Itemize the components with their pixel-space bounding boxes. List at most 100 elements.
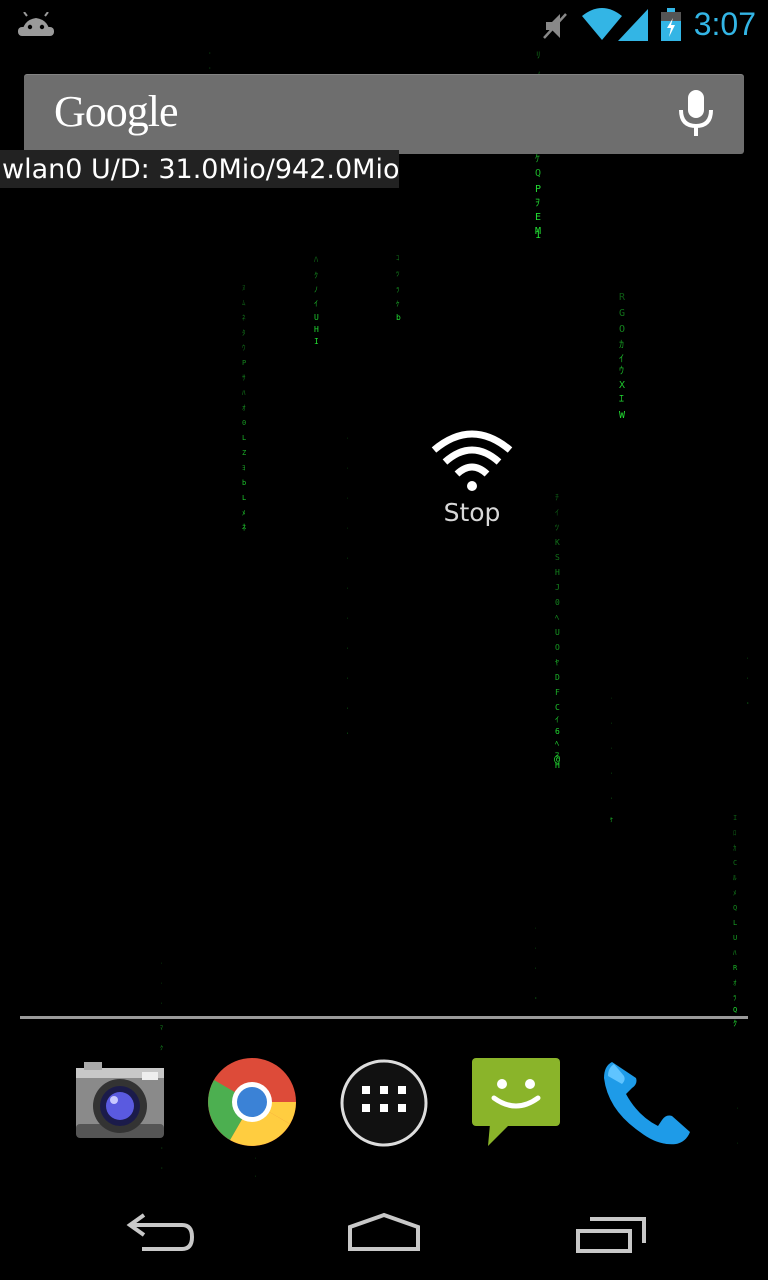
mic-icon[interactable] [678,90,714,138]
svg-text:ｲ: ｲ [314,299,318,308]
svg-text:·: · [746,700,750,707]
svg-text:·: · [346,731,349,737]
clock: 3:07 [693,6,756,42]
svg-text:ｹ: ｹ [535,153,540,165]
google-search-bar[interactable]: Google [24,74,744,154]
svg-text:·: · [346,676,349,682]
svg-text:ｳ: ｳ [619,365,624,377]
wifi-icon [582,8,622,40]
network-usage-text: wlan0 U/D: 31.0Mio/942.0Mio [2,154,400,185]
svg-text:ﾏ: ﾏ [160,1025,163,1032]
back-button[interactable] [124,1205,196,1265]
recents-button[interactable] [574,1205,648,1265]
svg-text:·: · [160,981,163,987]
svg-text:ﾂ: ﾂ [396,270,400,278]
svg-text:·: · [534,926,537,932]
dock-app-messaging[interactable] [470,1054,566,1154]
wifi-toggle-widget[interactable]: Stop [412,428,532,558]
network-usage-overlay: wlan0 U/D: 31.0Mio/942.0Mio [0,150,400,188]
svg-text:ﾇ: ﾇ [242,284,246,292]
svg-text:·: · [534,966,537,972]
svg-text:W: W [619,410,626,421]
svg-text:H: H [314,325,319,334]
svg-text:ﾉ: ﾉ [314,285,318,294]
svg-text:·: · [346,436,349,442]
svg-text:ｺ: ｺ [396,254,400,262]
svg-text:ｲ: ｲ [555,508,559,517]
svg-text:1: 1 [535,230,541,241]
app-drawer-icon [340,1059,428,1147]
svg-text:ﾁ: ﾁ [555,493,559,502]
svg-text:P: P [535,184,541,195]
dock-app-phone[interactable] [600,1054,696,1154]
messaging-icon [472,1058,560,1146]
svg-text:R: R [619,292,626,303]
svg-text:ﾈ: ﾈ [242,314,246,322]
svg-text:ｵ: ｵ [242,404,246,412]
back-icon [126,1213,195,1251]
svg-text:Q: Q [733,1006,737,1014]
home-button[interactable] [346,1205,422,1265]
android-debug-icon [18,12,54,36]
svg-text:ｳ: ｳ [242,344,246,352]
svg-text:b: b [396,313,401,322]
svg-text:U: U [314,313,319,322]
svg-text:ｻ: ｻ [242,374,246,382]
svg-text:S: S [555,553,560,562]
svg-text:ﾊ: ﾊ [314,255,318,264]
svg-text:H: H [555,568,560,577]
svg-text:ﾏ: ﾏ [555,751,559,760]
svg-text:U: U [733,934,737,942]
svg-text:F: F [555,688,560,697]
svg-text:ﾑ: ﾑ [242,299,246,307]
svg-text:M: M [535,226,541,237]
svg-text:ｸ: ｸ [160,1045,163,1052]
svg-text:·: · [736,1106,739,1112]
svg-text:·: · [160,1165,164,1172]
svg-text:ｸ: ｸ [314,271,318,280]
svg-text:·: · [208,50,212,57]
status-bar[interactable]: 3:07 [0,0,768,50]
svg-text:L: L [733,919,737,927]
svg-text:·: · [208,65,212,72]
svg-text:·: · [346,496,349,502]
svg-text:ﾂ: ﾂ [555,523,559,532]
svg-text:O: O [619,324,625,335]
svg-text:@: @ [554,754,560,765]
mute-icon [543,13,567,39]
svg-text:K: K [555,538,560,547]
camera-icon [76,1062,164,1138]
phone-icon [604,1062,690,1145]
svg-text:G: G [619,308,625,319]
signal-icon [618,9,648,41]
widget-label: Stop [443,498,501,527]
wifi-icon [431,430,513,491]
dock-app-camera[interactable] [72,1054,168,1154]
svg-text:L: L [242,494,246,502]
svg-text:ｶ: ｶ [619,339,624,351]
svg-text:·: · [160,1001,163,1007]
svg-text:ｹ: ｹ [610,817,613,824]
svg-text:·: · [346,466,349,472]
svg-text:ﾗ: ﾗ [733,994,737,1002]
svg-text:P: P [242,359,246,367]
chrome-icon [208,1058,296,1146]
svg-text:I: I [314,337,319,346]
dock-app-chrome[interactable] [204,1054,300,1154]
svg-text:·: · [610,796,613,802]
svg-text:U: U [555,628,560,637]
dock-app-drawer[interactable] [338,1054,434,1154]
svg-text:X: X [619,380,625,391]
svg-text:ﾔ: ﾔ [555,658,559,667]
svg-text:ﾊ: ﾊ [242,389,246,397]
svg-text:0: 0 [555,598,560,607]
svg-text:ｦ: ｦ [535,198,540,209]
svg-text:b: b [242,479,246,487]
svg-text:ﾛ: ﾛ [733,829,737,837]
svg-text:ﾍ: ﾍ [555,739,559,748]
svg-text:ﾊ: ﾊ [733,949,737,957]
svg-text:ﾘ: ﾘ [536,51,541,61]
svg-text:·: · [346,556,349,562]
google-logo: Google [54,87,179,136]
svg-text:·: · [346,586,349,592]
